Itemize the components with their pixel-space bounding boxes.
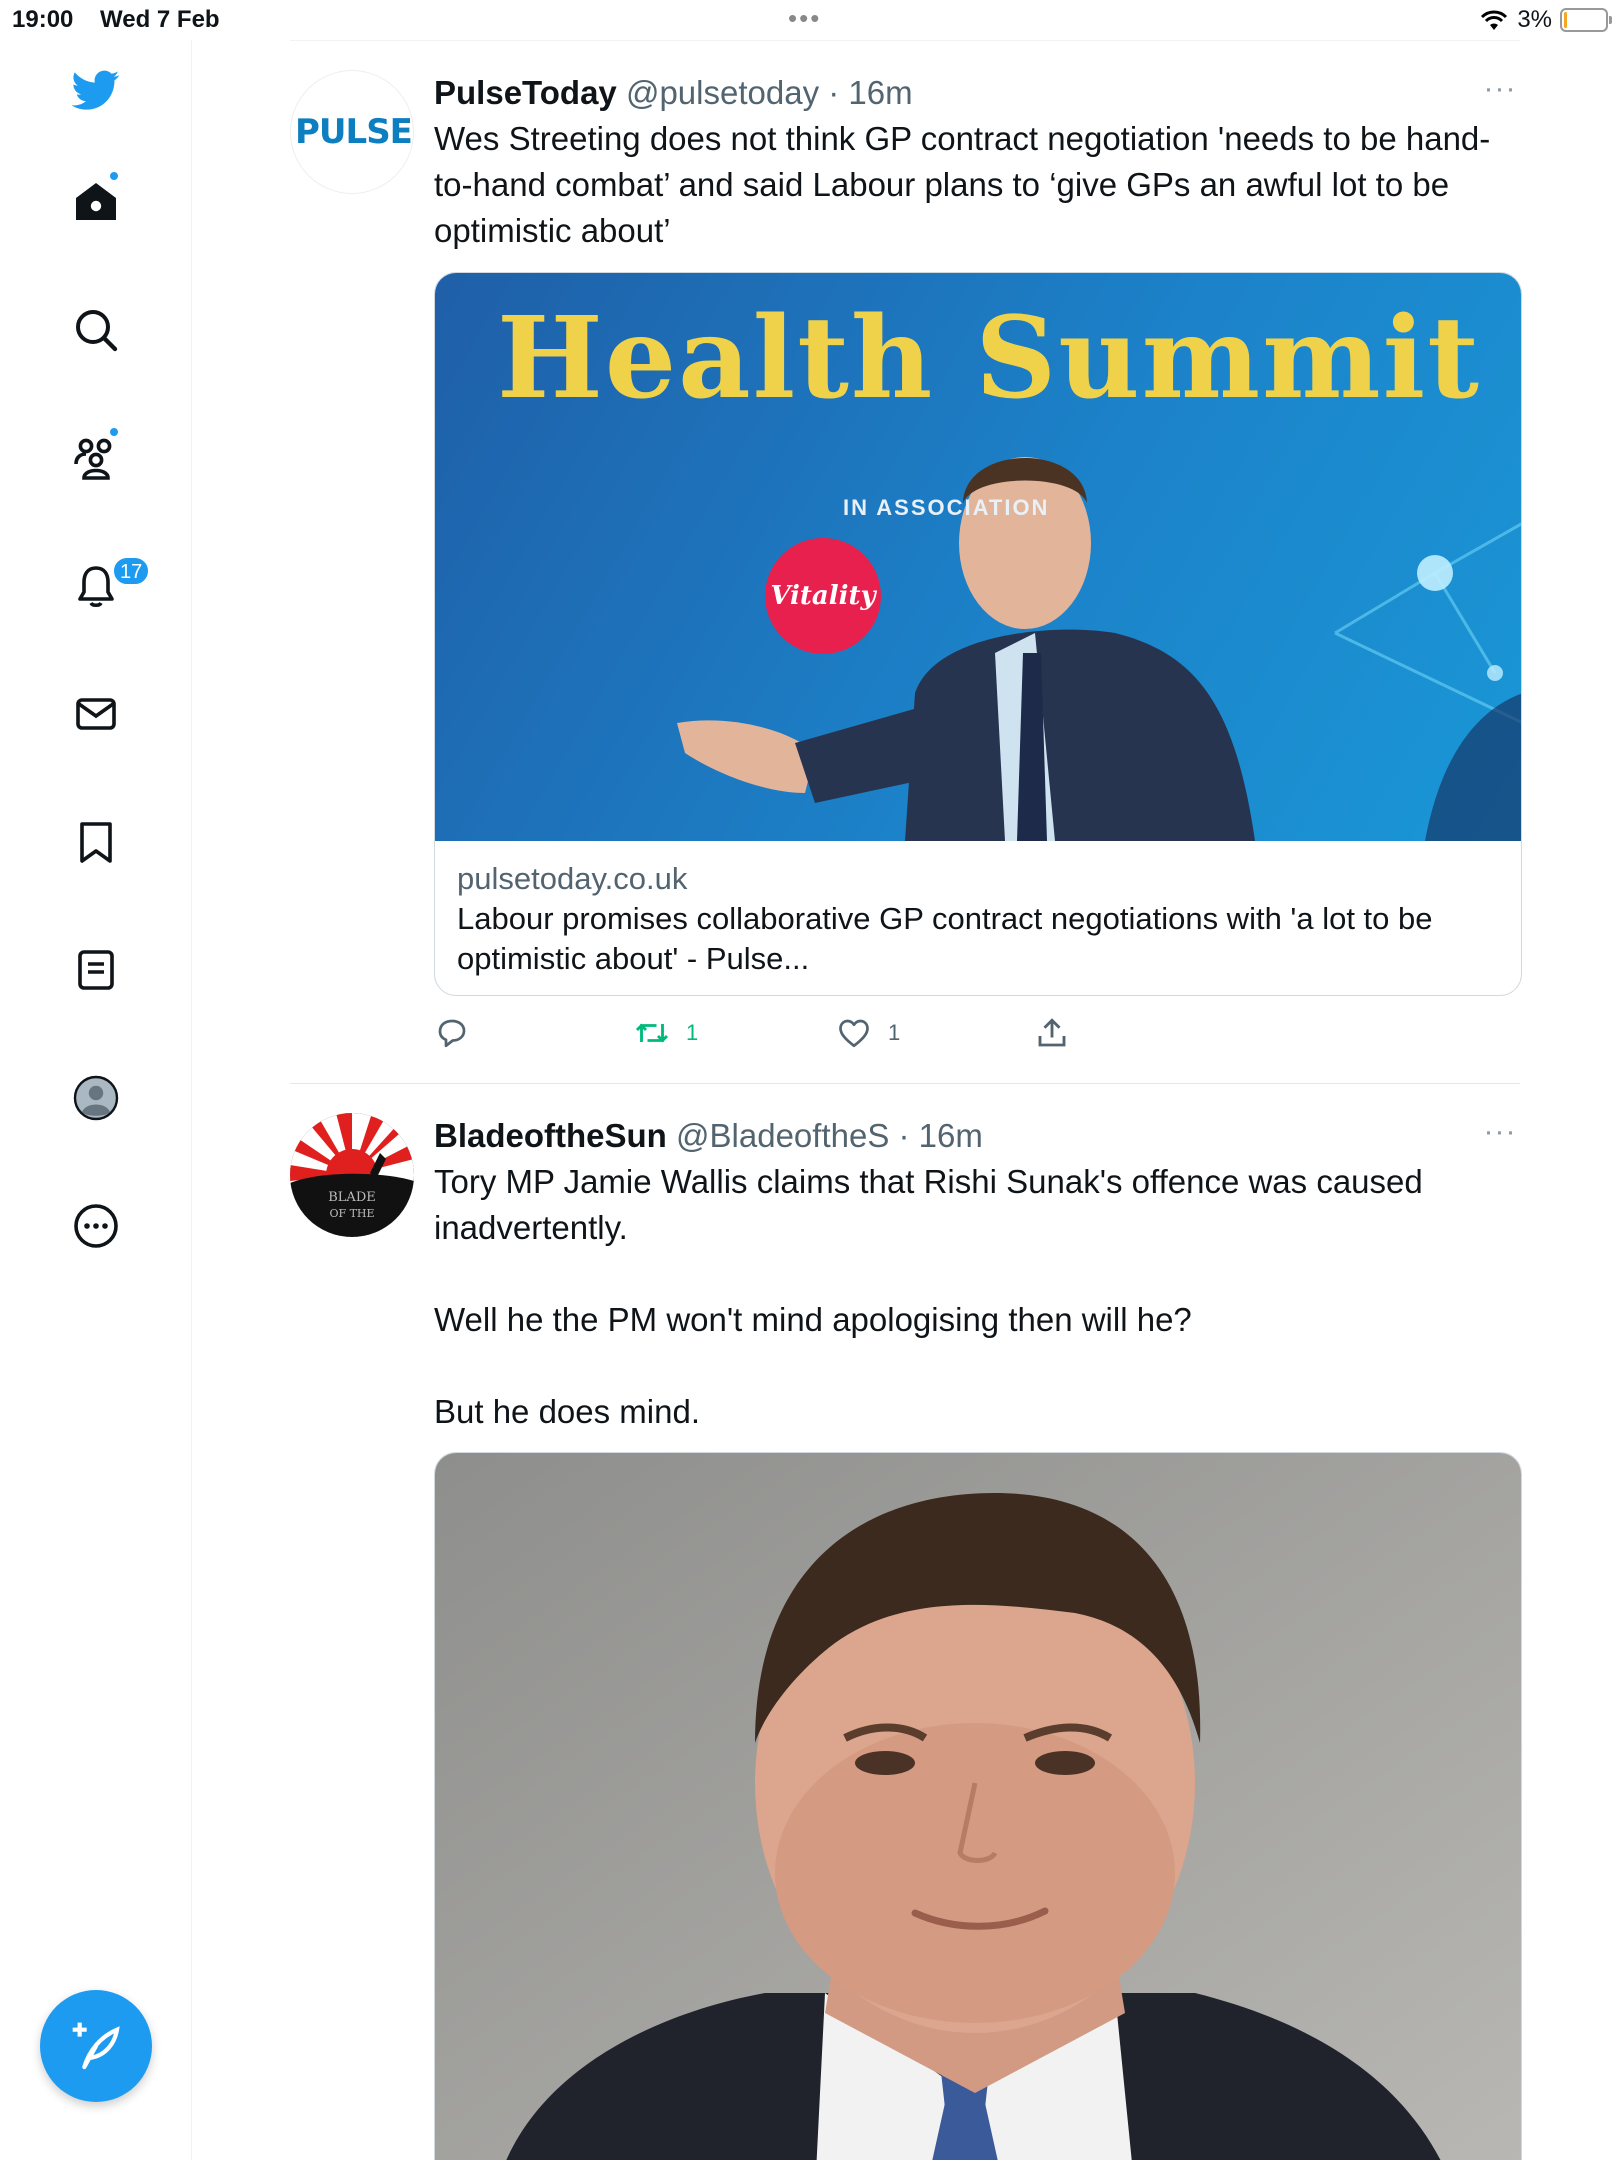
feed-top-divider (290, 40, 1520, 41)
home-unread-dot (108, 170, 120, 182)
lists-icon (78, 950, 114, 990)
tweet-body: BladeoftheSun @BladeoftheS · 16m ··· Tor… (434, 1113, 1520, 1435)
card-domain: pulsetoday.co.uk (457, 861, 688, 896)
vitality-logo: Vitality (765, 538, 881, 654)
heart-icon (839, 1019, 869, 1048)
wifi-icon (1481, 10, 1508, 30)
handle[interactable]: @BladeoftheS (676, 1117, 889, 1154)
timestamp[interactable]: 16m (848, 74, 912, 111)
multitasking-dots-icon[interactable]: ••• (788, 5, 821, 31)
card-title: Labour promises collaborative GP contrac… (457, 901, 1433, 976)
compose-feather-icon (72, 2022, 120, 2070)
more-circle-icon (74, 1204, 118, 1248)
display-name[interactable]: PulseToday (434, 74, 617, 111)
retweet-button[interactable]: 1 (634, 1015, 698, 1051)
avatar-logo-text: PULSE (295, 112, 413, 152)
more-options-icon[interactable]: ··· (1480, 1117, 1520, 1147)
tweet-text: Tory MP Jamie Wallis claims that Rishi S… (434, 1159, 1520, 1435)
tweet-media[interactable] (434, 1452, 1522, 2160)
tweet-divider (290, 1083, 1520, 1084)
home-icon (76, 183, 116, 220)
communities-icon (74, 438, 112, 480)
tweet-header: PulseToday @pulsetoday · 16m (434, 70, 1520, 116)
status-bar: 19:00 Wed 7 Feb ••• 3% (0, 0, 1620, 40)
retweet-icon (635, 1023, 669, 1043)
reply-button[interactable] (434, 1015, 486, 1051)
separator: · (819, 74, 849, 111)
link-card[interactable]: Health Summit IN ASSOCIATION Vitality pu… (434, 272, 1522, 996)
card-meta[interactable]: pulsetoday.co.uk Labour promises collabo… (435, 841, 1521, 995)
sidebar-item-explore[interactable] (56, 290, 136, 370)
card-image[interactable]: Health Summit IN ASSOCIATION Vitality (435, 273, 1521, 841)
tweet-text: Wes Streeting does not think GP contract… (434, 120, 1491, 249)
separator: · (889, 1117, 919, 1154)
sidebar-item-messages[interactable] (56, 674, 136, 754)
handle[interactable]: @pulsetoday (626, 74, 819, 111)
pulse-logo: PULSE (295, 112, 413, 152)
tweet-paragraph: Well he the PM won't mind apologising th… (434, 1301, 1192, 1338)
tweet-paragraph: But he does mind. (434, 1393, 700, 1430)
avatar[interactable]: BLADE OF THE (290, 1113, 414, 1237)
sidebar-item-more[interactable] (56, 1186, 136, 1266)
compose-tweet-button[interactable] (40, 1990, 152, 2102)
battery-percent: 3% (1517, 6, 1552, 33)
vitality-logo-text: Vitality (770, 581, 876, 611)
twitter-logo-icon[interactable] (56, 50, 136, 130)
card-image-text-association: IN ASSOCIATION (843, 495, 1050, 520)
like-count: 1 (888, 1020, 901, 1045)
sidebar: 17 (0, 40, 192, 2160)
avatar-caption: BLADE (328, 1190, 376, 1205)
timestamp[interactable]: 16m (919, 1117, 983, 1154)
display-name[interactable]: BladeoftheSun (434, 1117, 667, 1154)
tweet-header: BladeoftheSun @BladeoftheS · 16m (434, 1113, 1520, 1159)
sidebar-item-communities[interactable] (56, 418, 136, 498)
retweet-count: 1 (686, 1020, 699, 1045)
tweet-actions: 1 1 (434, 1015, 1134, 1059)
more-options-icon[interactable]: ··· (1480, 74, 1520, 104)
bookmark-icon (80, 822, 112, 863)
profile-avatar-icon (73, 1075, 119, 1121)
status-right: 3% (1479, 6, 1612, 34)
tweet-paragraph: Tory MP Jamie Wallis claims that Rishi S… (434, 1163, 1423, 1246)
share-icon (1038, 1018, 1066, 1047)
like-button[interactable]: 1 (836, 1015, 900, 1051)
portrait-photo (435, 1453, 1521, 2160)
avatar[interactable]: PULSE (290, 70, 414, 194)
sidebar-item-notifications[interactable]: 17 (56, 546, 151, 626)
avatar-caption-2: OF THE (329, 1207, 374, 1220)
card-image-text-health-summit: Health Summit (497, 293, 1481, 424)
search-icon (76, 310, 118, 352)
blade-of-the-sun-avatar-image: BLADE OF THE (290, 1113, 414, 1237)
share-button[interactable] (1034, 1015, 1070, 1051)
sidebar-item-lists[interactable] (56, 930, 136, 1010)
reply-icon (438, 1019, 466, 1048)
tweet-body: PulseToday @pulsetoday · 16m ··· Wes Str… (434, 70, 1520, 254)
mail-icon (76, 698, 116, 730)
status-time: 19:00 (12, 6, 74, 33)
sidebar-item-home[interactable] (56, 162, 136, 242)
battery-icon (1560, 8, 1612, 32)
communities-unread-dot (108, 426, 120, 438)
notifications-badge: 17 (112, 556, 151, 586)
sidebar-item-profile[interactable] (56, 1058, 136, 1138)
sidebar-item-bookmarks[interactable] (56, 802, 136, 882)
status-date: Wed 7 Feb (100, 6, 220, 33)
